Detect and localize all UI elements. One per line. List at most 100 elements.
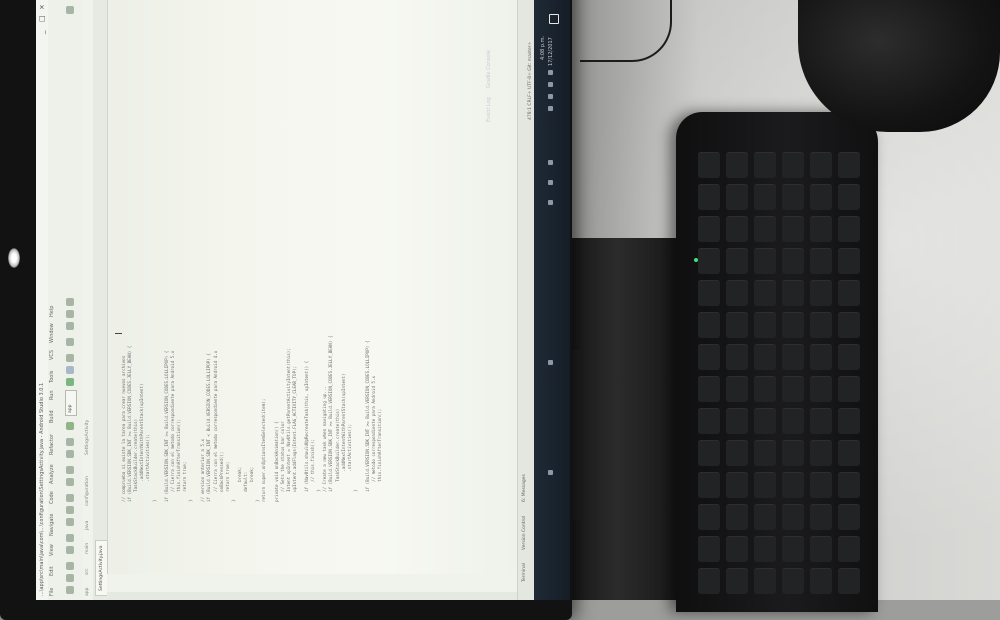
menu-item[interactable]: Navigate — [49, 514, 55, 536]
keyboard-key — [838, 344, 860, 370]
keyboard-key — [838, 472, 860, 498]
gradle-console-button[interactable]: Gradle Console — [486, 50, 492, 88]
cut-icon[interactable] — [66, 518, 74, 526]
taskbar-app-icon[interactable] — [548, 180, 553, 185]
menu-item[interactable]: Build — [49, 410, 55, 423]
terminal-tab[interactable]: Terminal — [520, 563, 529, 582]
keyboard-key — [698, 184, 720, 210]
breadcrumb-item[interactable]: app — [83, 588, 93, 596]
keyboard-key — [754, 504, 776, 530]
clock-time[interactable]: 4:08 p.m. — [540, 36, 546, 60]
menu-item[interactable]: Run — [49, 390, 55, 400]
menu-item[interactable]: Analyze — [49, 464, 55, 484]
menu-item[interactable]: Help — [49, 306, 55, 317]
keyboard-key — [810, 216, 832, 242]
avd-manager-icon[interactable] — [66, 310, 74, 318]
redo-icon[interactable] — [66, 534, 74, 542]
code-line: .startActivities(); — [346, 423, 352, 502]
run-icon[interactable] — [66, 378, 74, 386]
code-line: // Cierra con el metodo correspondiente … — [212, 350, 218, 502]
code-line: if (Build.VERSION.SDK_INT >= Build.VERSI… — [328, 335, 334, 502]
breadcrumb-item[interactable]: configuration — [83, 476, 93, 506]
event-log-button[interactable]: Event Log — [486, 97, 492, 122]
menu-item[interactable]: Edit — [49, 566, 55, 576]
find-icon[interactable] — [66, 478, 74, 486]
search-everywhere-icon[interactable] — [66, 6, 74, 14]
toolbar: app — [59, 0, 84, 600]
open-icon[interactable] — [66, 586, 74, 594]
keyboard-key — [754, 408, 776, 434]
paste-icon[interactable] — [66, 494, 74, 502]
run-config-select[interactable]: app — [65, 390, 77, 416]
save-icon[interactable] — [66, 574, 74, 582]
debug-icon[interactable] — [66, 366, 74, 374]
sdk-manager-icon[interactable] — [66, 298, 74, 306]
keyboard-key — [726, 536, 748, 562]
keyboard-key — [754, 312, 776, 338]
keyboard-key — [726, 408, 748, 434]
profile-icon[interactable] — [66, 354, 74, 362]
menu-item[interactable]: Refactor — [49, 434, 55, 455]
close-icon[interactable]: × — [36, 4, 48, 10]
clock-date[interactable]: 17/12/2017 — [548, 37, 554, 66]
code-editor[interactable]: // comprueba si existe la tarea para cre… — [107, 0, 517, 574]
taskbar-app-icon[interactable] — [548, 160, 553, 165]
sync-icon[interactable] — [66, 562, 74, 570]
keyboard-key — [838, 536, 860, 562]
keyboard-key — [754, 280, 776, 306]
code-line: upIntent.addFlags(Intent.FLAG_ACTIVITY_C… — [291, 365, 297, 502]
taskbar-app-icon[interactable] — [548, 470, 553, 475]
code-line: default: — [243, 471, 248, 502]
messages-tab[interactable]: 6: Messages — [520, 474, 529, 502]
forward-icon[interactable] — [66, 438, 74, 446]
keyboard-key — [810, 312, 832, 338]
keyboard-key — [726, 152, 748, 178]
keyboard-key — [782, 312, 804, 338]
taskbar-app-icon[interactable] — [548, 360, 553, 365]
breadcrumb-item[interactable]: java — [83, 521, 93, 530]
minimize-icon[interactable]: _ — [36, 31, 48, 35]
gradle-sync-icon[interactable] — [66, 322, 74, 330]
code-line: .addNextIntentWithParentStack(upIntent) — [340, 373, 346, 502]
version-control-tab[interactable]: Version Control — [520, 516, 529, 550]
menu-item[interactable]: Window — [49, 323, 55, 343]
keyboard-key — [754, 184, 776, 210]
volume-icon[interactable] — [548, 94, 553, 99]
breadcrumb-item[interactable]: SettingsActivity — [83, 420, 93, 455]
replace-icon[interactable] — [66, 466, 74, 474]
start-icon[interactable] — [549, 14, 559, 24]
language-icon[interactable] — [548, 82, 553, 87]
menu-item[interactable]: VCS — [49, 350, 55, 360]
network-icon[interactable] — [548, 106, 553, 111]
keyboard-key — [726, 280, 748, 306]
menu-item[interactable]: File — [49, 588, 55, 596]
keyboard-key — [698, 408, 720, 434]
breadcrumb-item[interactable]: main — [83, 543, 93, 554]
copy-icon[interactable] — [66, 506, 74, 514]
code-line: // version anterior a 5.x — [200, 438, 206, 502]
keyboard-key — [754, 248, 776, 274]
keyboard-key — [698, 376, 720, 402]
menu-item[interactable]: View — [49, 544, 55, 556]
keyboard-led — [694, 258, 698, 262]
stop-icon[interactable] — [66, 338, 74, 346]
taskbar-app-icon[interactable] — [548, 200, 553, 205]
build-icon[interactable] — [66, 422, 74, 430]
keyboard-key — [754, 376, 776, 402]
code-line: } — [151, 499, 157, 502]
keyboard-key — [754, 472, 776, 498]
undo-icon[interactable] — [66, 546, 74, 554]
notification-icon[interactable] — [548, 70, 553, 75]
keyboard-key — [754, 344, 776, 370]
back-icon[interactable] — [66, 450, 74, 458]
keyboard-key — [782, 472, 804, 498]
breadcrumb-item[interactable]: src — [83, 568, 93, 575]
menu-item[interactable]: Code — [49, 491, 55, 504]
keyboard-key — [754, 568, 776, 594]
code-line: break; — [236, 466, 242, 502]
keyboard-key — [810, 440, 832, 466]
keyboard-key — [838, 504, 860, 530]
maximize-icon[interactable]: □ — [36, 15, 48, 22]
menu-item[interactable]: Tools — [49, 371, 55, 383]
monitor-screen: ...\app\src\main\java\com\...\configurat… — [36, 0, 534, 600]
